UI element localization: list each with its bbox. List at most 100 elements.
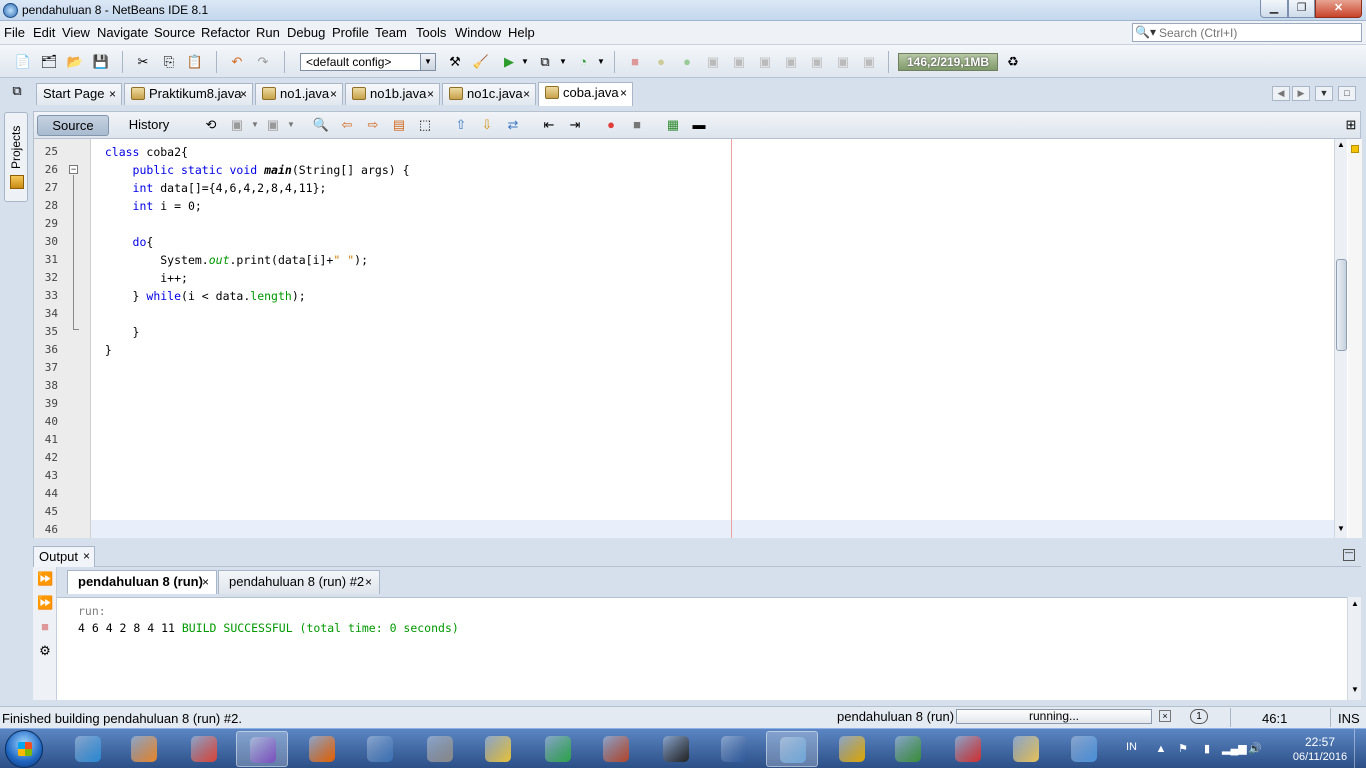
search-input[interactable] <box>1159 25 1357 40</box>
taskbar-app-vector[interactable] <box>532 731 584 767</box>
menu-navigate[interactable]: Navigate <box>97 25 148 40</box>
tab-output[interactable]: Output × <box>33 546 95 567</box>
maximize-button[interactable]: ❐ <box>1288 0 1315 18</box>
clean-build-icon[interactable]: 🧹 <box>472 54 490 70</box>
menu-refactor[interactable]: Refactor <box>201 25 250 40</box>
rerun-with-params-icon[interactable]: ⏩ <box>37 595 53 611</box>
memory-meter[interactable]: 146,2/219,1MB <box>898 53 998 71</box>
search-box[interactable]: 🔍▾ <box>1132 23 1362 42</box>
show-opened-documents-icon[interactable]: ▼ <box>1315 86 1333 101</box>
minimize-button[interactable]: ▁ <box>1260 0 1288 18</box>
build-hammer-icon[interactable]: ⚒ <box>446 54 464 70</box>
menu-edit[interactable]: Edit <box>33 25 55 40</box>
menu-profile[interactable]: Profile <box>332 25 369 40</box>
garbage-collect-icon[interactable]: ♻ <box>1004 54 1022 70</box>
tab-run-2[interactable]: pendahuluan 8 (run) #2 × <box>218 570 380 594</box>
new-project-icon[interactable]: 🗂 <box>40 54 58 70</box>
maximize-editor-icon[interactable]: □ <box>1338 86 1356 101</box>
previous-bookmark-icon[interactable]: ⇧ <box>452 117 470 133</box>
taskbar-app-spreadsheet[interactable] <box>882 731 934 767</box>
tab-no1b-java[interactable]: no1b.java × <box>345 83 440 105</box>
clock-date[interactable]: 06/11/2016 <box>1290 751 1350 763</box>
taskbar-app-netbeans[interactable] <box>766 731 818 767</box>
warning-marker-icon[interactable] <box>1351 145 1359 153</box>
toggle-rectangular-selection-icon[interactable]: ⬚ <box>416 117 434 133</box>
new-file-icon[interactable]: 📄 <box>14 54 32 70</box>
network-error-icon[interactable]: ⚑ <box>1176 742 1190 756</box>
close-icon[interactable]: × <box>365 571 372 593</box>
taskbar-app-media-player[interactable] <box>118 731 170 767</box>
back-icon[interactable]: ▣ <box>228 117 246 133</box>
apply-code-changes-icon[interactable]: ▣ <box>834 54 852 70</box>
taskbar-app-visual-studio[interactable] <box>236 731 288 767</box>
taskbar-app-disc[interactable] <box>472 731 524 767</box>
step-over-expression-icon[interactable]: ▣ <box>730 54 748 70</box>
tab-history[interactable]: History <box>114 115 184 136</box>
take-snapshot-icon[interactable]: ▣ <box>860 54 878 70</box>
find-selection-icon[interactable]: 🔍 <box>312 117 330 133</box>
close-icon[interactable]: × <box>620 83 627 103</box>
toggle-bookmark-icon[interactable]: ⇄ <box>504 117 522 133</box>
restore-window-icon[interactable]: ⧉ <box>8 83 26 99</box>
menu-file[interactable]: File <box>4 25 25 40</box>
status-process-name[interactable]: pendahuluan 8 (run) <box>837 709 954 724</box>
clock-time[interactable]: 22:57 <box>1294 735 1346 749</box>
volume-icon[interactable]: 🔊 <box>1248 742 1262 756</box>
battery-icon[interactable]: ▮ <box>1200 742 1214 756</box>
tab-source[interactable]: Source <box>37 115 109 136</box>
taskbar-app-explorer[interactable] <box>1000 731 1052 767</box>
chevron-down-icon[interactable]: ▼ <box>420 54 435 70</box>
language-indicator[interactable]: IN <box>1126 741 1137 753</box>
close-button[interactable]: ✕ <box>1315 0 1362 18</box>
close-icon[interactable]: × <box>427 84 434 104</box>
close-icon[interactable]: × <box>523 84 530 104</box>
tab-run-1[interactable]: pendahuluan 8 (run) × <box>67 570 217 594</box>
back-dropdown-chevron-icon[interactable]: ▼ <box>246 117 264 133</box>
tab-no1c-java[interactable]: no1c.java × <box>442 83 536 105</box>
tab-no1-java[interactable]: no1.java × <box>255 83 343 105</box>
taskbar-app-recorder[interactable] <box>942 731 994 767</box>
start-macro-recording-icon[interactable]: ● <box>602 117 620 133</box>
scrollbar-thumb[interactable] <box>1336 259 1347 351</box>
scroll-down-icon[interactable]: ▼ <box>1351 685 1359 694</box>
open-project-icon[interactable]: 📂 <box>66 54 84 70</box>
last-edit-icon[interactable]: ⟲ <box>202 117 220 133</box>
taskbar-app-webcam[interactable] <box>650 731 702 767</box>
notifications-badge[interactable]: 1 <box>1190 709 1208 724</box>
save-all-icon[interactable]: 💾 <box>92 54 110 70</box>
scroll-up-icon[interactable]: ▲ <box>1337 140 1345 149</box>
output-vertical-scrollbar[interactable]: ▲ ▼ <box>1347 597 1361 700</box>
statistics-icon[interactable]: ▬ <box>690 117 708 133</box>
find-previous-icon[interactable]: ⇦ <box>338 117 356 133</box>
stop-icon[interactable]: ■ <box>626 54 644 70</box>
code-editor[interactable]: 25 26 27 28 29 30 31 32 33 34 35 36 37 3… <box>33 139 1362 538</box>
debug-dropdown-chevron-icon[interactable]: ▼ <box>554 54 572 70</box>
toggle-highlight-icon[interactable]: ▤ <box>390 117 408 133</box>
tab-start-page[interactable]: Start Page × <box>36 83 122 105</box>
menu-source[interactable]: Source <box>154 25 195 40</box>
close-icon[interactable]: × <box>202 571 209 593</box>
scroll-up-icon[interactable]: ▲ <box>1351 599 1359 608</box>
step-into-icon[interactable]: ▣ <box>756 54 774 70</box>
scroll-tabs-right-icon[interactable]: ▶ <box>1292 86 1310 101</box>
menu-help[interactable]: Help <box>508 25 535 40</box>
start-button[interactable] <box>5 730 43 768</box>
stop-process-icon[interactable]: ■ <box>37 619 53 635</box>
close-icon[interactable]: × <box>83 547 90 566</box>
menu-view[interactable]: View <box>62 25 90 40</box>
run-to-cursor-icon[interactable]: ▣ <box>808 54 826 70</box>
taskbar-app-document-viewer[interactable] <box>354 731 406 767</box>
split-editor-icon[interactable]: ⊞ <box>1342 117 1360 133</box>
run-dropdown-chevron-icon[interactable]: ▼ <box>516 54 534 70</box>
close-icon[interactable]: × <box>240 84 247 104</box>
forward-dropdown-chevron-icon[interactable]: ▼ <box>282 117 300 133</box>
taskbar-app-winrar[interactable] <box>590 731 642 767</box>
profile-project-icon[interactable]: ◔ <box>574 54 592 70</box>
taskbar-app-firefox[interactable] <box>296 731 348 767</box>
continue-icon[interactable]: ● <box>678 54 696 70</box>
progress-bar[interactable]: running... <box>956 709 1152 724</box>
fold-collapse-icon[interactable]: − <box>69 165 78 174</box>
menu-run[interactable]: Run <box>256 25 280 40</box>
output-console[interactable]: run: 4 6 4 2 8 4 11 BUILD SUCCESSFUL (to… <box>57 597 1347 700</box>
show-hidden-icons-icon[interactable]: ▲ <box>1154 742 1168 756</box>
